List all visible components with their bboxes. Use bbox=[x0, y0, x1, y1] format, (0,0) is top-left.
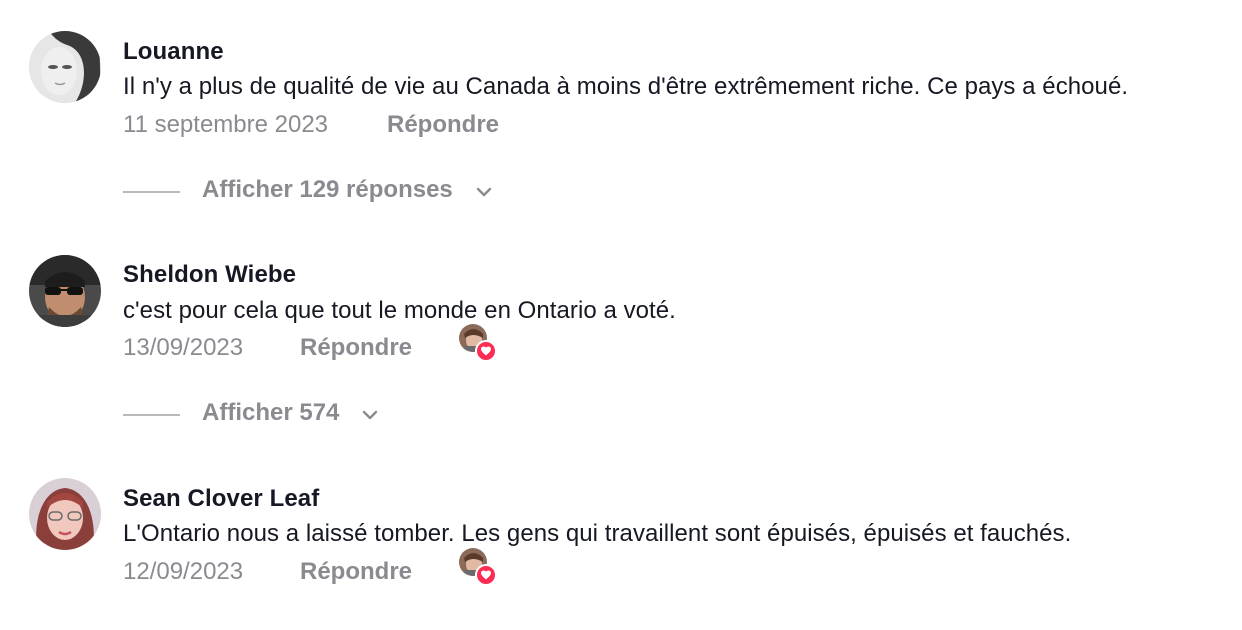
comment-text: c'est pour cela que tout le monde en Ont… bbox=[123, 297, 676, 324]
comment-text: L'Ontario nous a laissé tomber. Les gens… bbox=[123, 520, 1072, 547]
creator-liked-badge bbox=[459, 548, 497, 586]
comment-author[interactable]: Louanne bbox=[123, 38, 224, 66]
divider-line bbox=[123, 414, 180, 416]
reply-button[interactable]: Répondre bbox=[387, 111, 499, 139]
comment-author[interactable]: Sean Clover Leaf bbox=[123, 485, 319, 513]
reply-button[interactable]: Répondre bbox=[300, 558, 412, 586]
comment-date: 11 septembre 2023 bbox=[123, 111, 329, 138]
reply-button[interactable]: Répondre bbox=[300, 334, 412, 362]
comment-date: 13/09/2023 bbox=[123, 334, 244, 361]
heart-icon bbox=[475, 564, 497, 586]
view-replies-label: Afficher 129 réponses bbox=[202, 176, 453, 203]
comment-author[interactable]: Sheldon Wiebe bbox=[123, 261, 296, 289]
comment-text: Il n'y a plus de qualité de vie au Canad… bbox=[123, 73, 1129, 100]
view-replies-label: Afficher 574 bbox=[202, 399, 340, 426]
chevron-down-icon bbox=[474, 182, 494, 202]
avatar[interactable] bbox=[29, 478, 101, 550]
avatar[interactable] bbox=[29, 255, 101, 327]
creator-liked-badge bbox=[459, 324, 497, 362]
avatar[interactable] bbox=[29, 31, 101, 103]
divider-line bbox=[123, 191, 180, 193]
chevron-down-icon bbox=[360, 405, 380, 425]
comment-date: 12/09/2023 bbox=[123, 558, 244, 585]
heart-icon bbox=[475, 340, 497, 362]
